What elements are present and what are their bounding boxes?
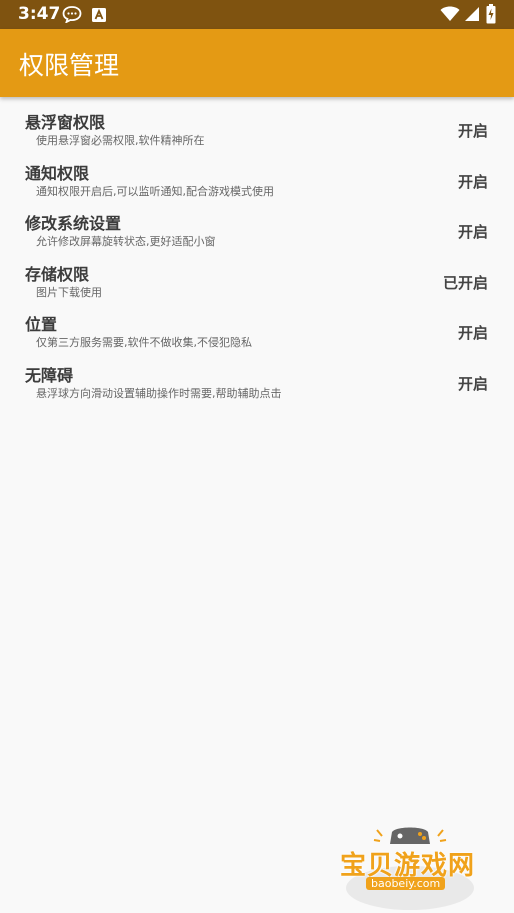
- permission-title: 悬浮窗权限: [25, 113, 106, 132]
- permission-title: 存储权限: [25, 264, 90, 284]
- permission-description: 仅第三方服务需要,软件不做收集,不侵犯隐私: [36, 336, 252, 349]
- battery-icon: [486, 4, 496, 28]
- permission-title: 修改系统设置: [25, 214, 122, 233]
- permission-status-button[interactable]: 开启: [458, 221, 488, 242]
- permission-title: 无障碍: [25, 365, 74, 385]
- permission-description: 允许修改屏幕旋转状态,更好适配小窗: [36, 235, 216, 248]
- permission-item-system-settings[interactable]: 修改系统设置 允许修改屏幕旋转状态,更好适配小窗 开启: [0, 207, 514, 258]
- app-bar: 权限管理: [0, 29, 514, 97]
- message-icon: [62, 5, 82, 27]
- permission-status-button[interactable]: 已开启: [443, 272, 488, 293]
- permission-list: 悬浮窗权限 使用悬浮窗必需权限,软件精神所在 开启 通知权限 通知权限开启后,可…: [0, 106, 514, 409]
- permission-item-floating-window[interactable]: 悬浮窗权限 使用悬浮窗必需权限,软件精神所在 开启: [0, 106, 514, 157]
- status-bar: 3:47: [0, 0, 514, 29]
- permission-description: 通知权限开启后,可以监听通知,配合游戏模式使用: [36, 184, 274, 198]
- a-icon: [92, 7, 106, 26]
- permission-status-button[interactable]: 开启: [458, 373, 488, 394]
- permission-item-location[interactable]: 位置 仅第三方服务需要,软件不做收集,不侵犯隐私 开启: [0, 308, 514, 359]
- permission-item-storage[interactable]: 存储权限 图片下载使用 已开启: [0, 258, 514, 309]
- permission-description: 使用悬浮窗必需权限,软件精神所在: [36, 134, 205, 147]
- permission-status-button[interactable]: 开启: [458, 322, 488, 343]
- permission-title: 位置: [25, 315, 58, 334]
- watermark-url: baobeiy.com: [366, 877, 446, 890]
- watermark-logo: 宝贝游戏网 baobeiy.com: [330, 822, 490, 912]
- permission-description: 图片下载使用: [36, 285, 102, 299]
- permission-status-button[interactable]: 开启: [458, 120, 488, 141]
- wifi-icon: [440, 6, 460, 26]
- page-title: 权限管理: [19, 51, 120, 80]
- permission-item-accessibility[interactable]: 无障碍 悬浮球方向滑动设置辅助操作时需要,帮助辅助点击 开启: [0, 359, 514, 410]
- permission-title: 通知权限: [25, 163, 90, 183]
- signal-icon: [464, 6, 480, 26]
- permission-description: 悬浮球方向滑动设置辅助操作时需要,帮助辅助点击: [36, 386, 282, 400]
- permission-status-button[interactable]: 开启: [458, 171, 488, 192]
- permission-item-notification[interactable]: 通知权限 通知权限开启后,可以监听通知,配合游戏模式使用 开启: [0, 157, 514, 208]
- status-time: 3:47: [18, 4, 61, 24]
